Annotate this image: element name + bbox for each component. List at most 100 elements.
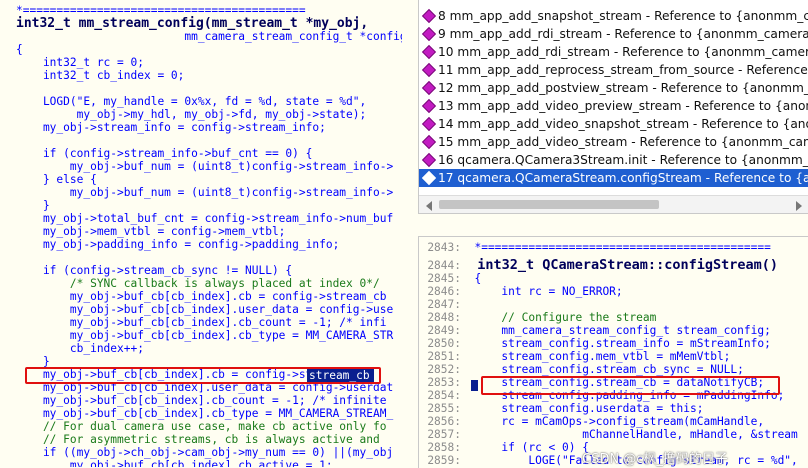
left-code-line-text: cb_index++; bbox=[16, 342, 144, 355]
reference-label: 10 mm_app_add_rdi_stream - Reference to … bbox=[438, 45, 808, 59]
left-code-line-text: my_obj->buf_cb[cb_index].cb = config->st… bbox=[16, 290, 387, 303]
reference-item[interactable]: 11 mm_app_add_reprocess_stream_from_sour… bbox=[419, 61, 808, 79]
reference-label: 8 mm_app_add_snapshot_stream - Reference… bbox=[438, 9, 808, 23]
reference-item[interactable]: 8 mm_app_add_snapshot_stream - Reference… bbox=[419, 7, 808, 25]
reference-item[interactable]: 16 qcamera.QCamera3Stream.init - Referen… bbox=[419, 151, 808, 169]
left-code-editor[interactable]: *=======================================… bbox=[0, 0, 402, 467]
left-code-line: LOGD("E, my_handle = 0x%x, fd = %d, stat… bbox=[0, 95, 402, 108]
left-code-line: int32_t rc = 0; bbox=[0, 56, 402, 69]
reference-label: 15 mm_app_add_video_stream - Reference t… bbox=[438, 135, 808, 149]
right-code-line: 2850: stream_config.stream_info = mStrea… bbox=[419, 337, 808, 350]
reference-label: 13 mm_app_add_video_preview_stream - Ref… bbox=[438, 99, 808, 113]
left-code-line-text: // For dual camera use case, make cb act… bbox=[16, 420, 387, 433]
reference-diamond-icon bbox=[421, 116, 437, 132]
left-code-line-text: if (config->stream_info->buf_cnt == 0) { bbox=[16, 147, 313, 160]
line-number: 2855: bbox=[427, 402, 461, 415]
left-code-line-text: if ((my_obj->ch_obj->cam_obj->my_num == … bbox=[16, 446, 394, 459]
left-code-line: mm_camera_stream_config_t *config) bbox=[0, 30, 402, 43]
reference-diamond-icon bbox=[421, 26, 437, 42]
left-code-line-text: my_obj->buf_cb[cb_index].cb_count = -1; … bbox=[16, 316, 387, 329]
left-code-line: cb_index++; bbox=[0, 342, 402, 355]
left-code-line-text: my_obj->my_hdl, my_obj->fd, my_obj->stat… bbox=[16, 108, 367, 121]
left-code-line: my_obj->buf_cb[cb_index].cb_type = MM_CA… bbox=[0, 329, 402, 342]
left-code-line: /* SYNC callback is always placed at ind… bbox=[0, 277, 402, 290]
right-code-line: 2847: bbox=[419, 298, 808, 311]
left-code-line-text: my_obj->buf_num = (uint8_t)config->strea… bbox=[16, 160, 394, 173]
reference-item[interactable]: 12 mm_app_add_postview_stream - Referenc… bbox=[419, 79, 808, 97]
reference-diamond-icon bbox=[421, 170, 437, 186]
right-code-line: 2857: mChannelHandle, mHandle, &stream bbox=[419, 428, 808, 441]
reference-item[interactable]: 9 mm_app_add_rdi_stream - Reference to {… bbox=[419, 25, 808, 43]
scroll-right-icon[interactable] bbox=[796, 201, 802, 211]
left-code-line: if (config->stream_cb_sync != NULL) { bbox=[0, 264, 402, 277]
references-horizontal-scrollbar[interactable] bbox=[419, 195, 808, 213]
scrollbar-thumb[interactable] bbox=[439, 200, 659, 209]
right-code-editor[interactable]: 2843: *=================================… bbox=[418, 236, 808, 468]
left-code-line: } else { bbox=[0, 173, 402, 186]
reference-item[interactable]: 13 mm_app_add_video_preview_stream - Ref… bbox=[419, 97, 808, 115]
line-number: 2850: bbox=[427, 337, 461, 350]
selected-text[interactable]: stream_cb bbox=[307, 369, 374, 382]
left-code-line: // For dual camera use case, make cb act… bbox=[0, 420, 402, 433]
bookmark-icon bbox=[471, 380, 478, 391]
right-code-line-text: mChannelHandle, mHandle, &stream bbox=[461, 428, 798, 441]
right-code-line: 2851: stream_config.mem_vtbl = mMemVtbl; bbox=[419, 350, 808, 363]
right-code-line-text: stream_config.stream_info = mStreamInfo; bbox=[461, 337, 771, 350]
left-code-line: my_obj->buf_cb[cb_index].cb = config->st… bbox=[0, 290, 402, 303]
line-number: 2846: bbox=[427, 285, 461, 298]
right-code-line-text: // Configure the stream bbox=[461, 311, 657, 324]
reference-label: 14 mm_app_add_video_snapshot_stream - Re… bbox=[438, 117, 808, 131]
reference-diamond-icon bbox=[421, 134, 437, 150]
right-code-line-text: if (rc < 0) { bbox=[461, 441, 589, 454]
reference-item[interactable]: 15 mm_app_add_video_stream - Reference t… bbox=[419, 133, 808, 151]
left-code-line: my_obj->stream_info = config->stream_inf… bbox=[0, 121, 402, 134]
left-code-line-text: my_obj->buf_cb[cb_index].cb_count = -1; … bbox=[16, 394, 387, 407]
right-code-line: 2856: rc = mCamOps->config_stream(mCamHa… bbox=[419, 415, 808, 428]
left-code-line-text: my_obj->stream_info = config->stream_inf… bbox=[16, 121, 326, 134]
line-number: 2845: bbox=[427, 272, 461, 285]
reference-item[interactable]: 14 mm_app_add_video_snapshot_stream - Re… bbox=[419, 115, 808, 133]
reference-label: 11 mm_app_add_reprocess_stream_from_sour… bbox=[438, 63, 808, 77]
reference-diamond-icon bbox=[421, 152, 437, 168]
left-code-line-text: my_obj->mem_vtbl = config->mem_vtbl; bbox=[16, 225, 286, 238]
line-number: 2854: bbox=[427, 389, 461, 402]
left-code-line-text: { bbox=[16, 43, 23, 56]
left-code-line-text: my_obj->buf_cb[cb_index].cb_type = MM_CA… bbox=[16, 407, 394, 420]
right-code-line-text: rc = mCamOps->config_stream(mCamHandle, bbox=[461, 415, 765, 428]
reference-item[interactable]: 17 qcamera.QCameraStream.configStream - … bbox=[419, 169, 808, 187]
left-code-line-text: my_obj->buf_num = (uint8_t)config->strea… bbox=[16, 186, 394, 199]
left-code-line: // For asymmetric streams, cb is always … bbox=[0, 433, 402, 446]
right-code-line: 2849: mm_camera_stream_config_t stream_c… bbox=[419, 324, 808, 337]
line-number: 2852: bbox=[427, 363, 461, 376]
left-code-line: my_obj->buf_cb[cb_index].cb_type = MM_CA… bbox=[0, 407, 402, 420]
left-code-line-text: LOGD("E, my_handle = 0x%x, fd = %d, stat… bbox=[16, 95, 367, 108]
right-code-line: 2852: stream_config.stream_cb_sync = NUL… bbox=[419, 363, 808, 376]
watermark: CSDN @c枫_撸码的日子 bbox=[582, 452, 728, 467]
scroll-left-icon[interactable] bbox=[426, 201, 432, 211]
right-code-line-text: int32_t QCameraStream::configStream() bbox=[461, 257, 778, 273]
reference-label: 9 mm_app_add_rdi_stream - Reference to {… bbox=[438, 27, 808, 41]
right-code-line-text: stream_config.userdata = this; bbox=[461, 402, 704, 415]
line-number: 2853: bbox=[427, 376, 461, 389]
left-code-line bbox=[0, 134, 402, 147]
references-list[interactable]: 8 mm_app_add_snapshot_stream - Reference… bbox=[418, 0, 808, 214]
left-code-line-text: int32_t mm_stream_config(mm_stream_t *my… bbox=[16, 16, 369, 31]
right-code-line-text: { bbox=[461, 272, 482, 285]
left-code-line: my_obj->mem_vtbl = config->mem_vtbl; bbox=[0, 225, 402, 238]
reference-item[interactable]: 10 mm_app_add_rdi_stream - Reference to … bbox=[419, 43, 808, 61]
right-code-line-text: stream_config.mem_vtbl = mMemVtbl; bbox=[461, 350, 731, 363]
selected-text-label: stream_cb bbox=[309, 369, 370, 382]
line-number: 2858: bbox=[427, 441, 461, 454]
right-code-line: 2855: stream_config.userdata = this; bbox=[419, 402, 808, 415]
reference-diamond-icon bbox=[421, 62, 437, 78]
left-code-line bbox=[0, 251, 402, 264]
line-number: 2848: bbox=[427, 311, 461, 324]
left-code-line: if (config->stream_info->buf_cnt == 0) { bbox=[0, 147, 402, 160]
left-code-line-text: my_obj->buf_cb[cb_index].user_data = con… bbox=[16, 303, 394, 316]
left-code-line-text: my_obj->total_buf_cnt = config->stream_i… bbox=[16, 212, 394, 225]
line-number: 2843: bbox=[427, 241, 461, 254]
left-code-line-text: } else { bbox=[16, 173, 97, 186]
right-code-line: 2843: *=================================… bbox=[419, 241, 808, 254]
reference-label: 17 qcamera.QCameraStream.configStream - … bbox=[438, 171, 808, 185]
line-number: 2847: bbox=[427, 298, 461, 311]
